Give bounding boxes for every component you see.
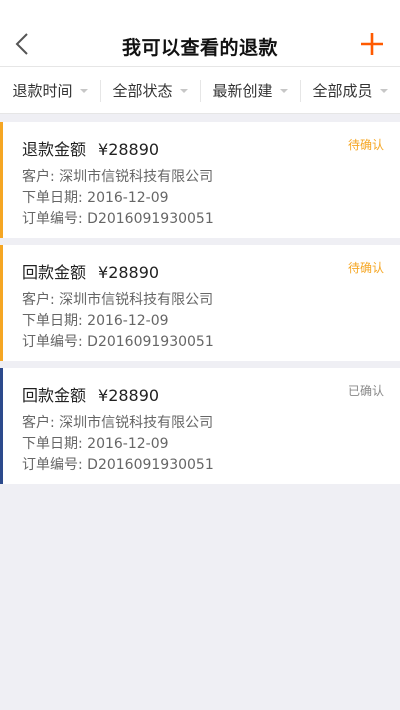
card-title: 退款金额 ¥28890: [22, 136, 159, 160]
caret-down-icon: [279, 89, 288, 93]
add-button[interactable]: [360, 32, 384, 56]
order-date-text: 下单日期: 2016-12-09: [22, 313, 169, 329]
customer-text: 客户: 深圳市信锐科技有限公司: [22, 415, 214, 431]
amount-value: ¥28890: [98, 386, 160, 405]
order-number-text: 订单编号: D2016091930051: [22, 334, 214, 350]
refund-list: 退款金额 ¥28890 待确认 客户: 深圳市信锐科技有限公司 下单日期: 201…: [0, 122, 400, 491]
status-badge: 待确认: [347, 138, 384, 152]
filter-label: 全部成员: [312, 81, 373, 100]
caret-down-icon: [379, 89, 388, 93]
status-badge: 已确认: [347, 384, 384, 398]
refund-card[interactable]: 回款金额 ¥28890 待确认 客户: 深圳市信锐科技有限公司 下单日期: 201…: [0, 245, 400, 361]
caret-down-icon: [79, 89, 88, 93]
amount-value: ¥28890: [98, 140, 160, 159]
filter-refund-time[interactable]: 退款时间: [0, 67, 100, 113]
order-number-text: 订单编号: D2016091930051: [22, 211, 214, 227]
card-title: 回款金额 ¥28890: [22, 259, 159, 283]
customer-text: 客户: 深圳市信锐科技有限公司: [22, 169, 214, 185]
refund-card[interactable]: 退款金额 ¥28890 待确认 客户: 深圳市信锐科技有限公司 下单日期: 201…: [0, 122, 400, 238]
filter-label: 全部状态: [112, 81, 173, 100]
filter-bar: 退款时间 全部状态 最新创建 全部成员: [0, 66, 400, 114]
caret-down-icon: [179, 89, 188, 93]
plus-icon: [361, 33, 383, 55]
order-number-text: 订单编号: D2016091930051: [22, 457, 214, 473]
order-date-text: 下单日期: 2016-12-09: [22, 436, 169, 452]
amount-label: 退款金额: [22, 140, 87, 159]
amount-label: 回款金额: [22, 263, 87, 282]
order-date-text: 下单日期: 2016-12-09: [22, 190, 169, 206]
card-title: 回款金额 ¥28890: [22, 382, 159, 406]
filter-label: 退款时间: [12, 81, 73, 100]
status-badge: 待确认: [347, 261, 384, 275]
filter-members[interactable]: 全部成员: [300, 67, 400, 113]
filter-label: 最新创建: [212, 81, 273, 100]
customer-text: 客户: 深圳市信锐科技有限公司: [22, 292, 214, 308]
amount-label: 回款金额: [22, 386, 87, 405]
amount-value: ¥28890: [98, 263, 160, 282]
page-title: 我可以查看的退款: [121, 37, 278, 59]
refund-card[interactable]: 回款金额 ¥28890 已确认 客户: 深圳市信锐科技有限公司 下单日期: 201…: [0, 368, 400, 484]
nav-bar: 我可以查看的退款: [0, 0, 400, 66]
filter-sort[interactable]: 最新创建: [200, 67, 300, 113]
filter-status[interactable]: 全部状态: [100, 67, 200, 113]
